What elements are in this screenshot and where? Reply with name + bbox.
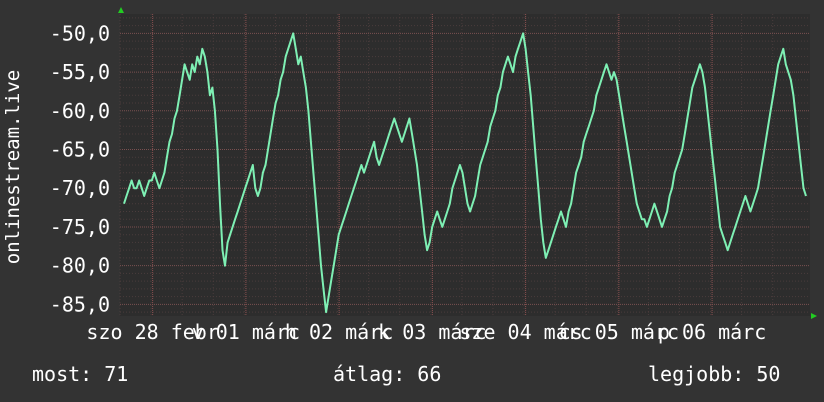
y-tick-label: -70,0: [50, 176, 110, 200]
stat-best-value: 50: [756, 362, 781, 386]
y-tick-label: -60,0: [50, 99, 110, 123]
chart-panel: -50,0 -55,0 -60,0 -65,0 -70,0 -75,0 -80,0 -85,0…: [0, 0, 824, 402]
y-tick-label: -75,0: [50, 215, 110, 239]
y-tick-label: -85,0: [50, 292, 110, 316]
stat-current: most: 71: [32, 362, 128, 386]
y-axis-arrow: [118, 7, 124, 13]
stat-best-label: legjobb:: [648, 362, 745, 386]
x-tick-label: h 02 márc: [285, 320, 393, 344]
stat-current-label: most:: [32, 362, 93, 386]
line-chart: -50,0 -55,0 -60,0 -65,0 -70,0 -75,0 -80,0 -85,0…: [2, 7, 817, 344]
y-axis-ticks: -50,0 -55,0 -60,0 -65,0 -70,0 -75,0 -80,0 -85,0: [50, 21, 110, 316]
y-tick-label: -55,0: [50, 60, 110, 84]
stat-average-label: átlag:: [333, 362, 406, 386]
stat-average-value: 66: [417, 362, 442, 386]
y-tick-label: -65,0: [50, 138, 110, 162]
y-tick-label: -50,0: [50, 21, 110, 45]
x-axis-ticks: szo 28 febrv 01 márch 02 márck 03 márcsz…: [86, 320, 766, 344]
stat-average: átlag: 66: [333, 362, 441, 386]
y-tick-label: -80,0: [50, 254, 110, 278]
x-tick-label: p 06 márc: [658, 320, 766, 344]
y-axis-label: onlinestream.live: [2, 70, 24, 264]
stat-current-value: 71: [104, 362, 129, 386]
x-tick-label: v 01 márc: [192, 320, 300, 344]
x-axis-arrow: [811, 313, 817, 319]
stat-best: legjobb: 50: [648, 362, 780, 386]
